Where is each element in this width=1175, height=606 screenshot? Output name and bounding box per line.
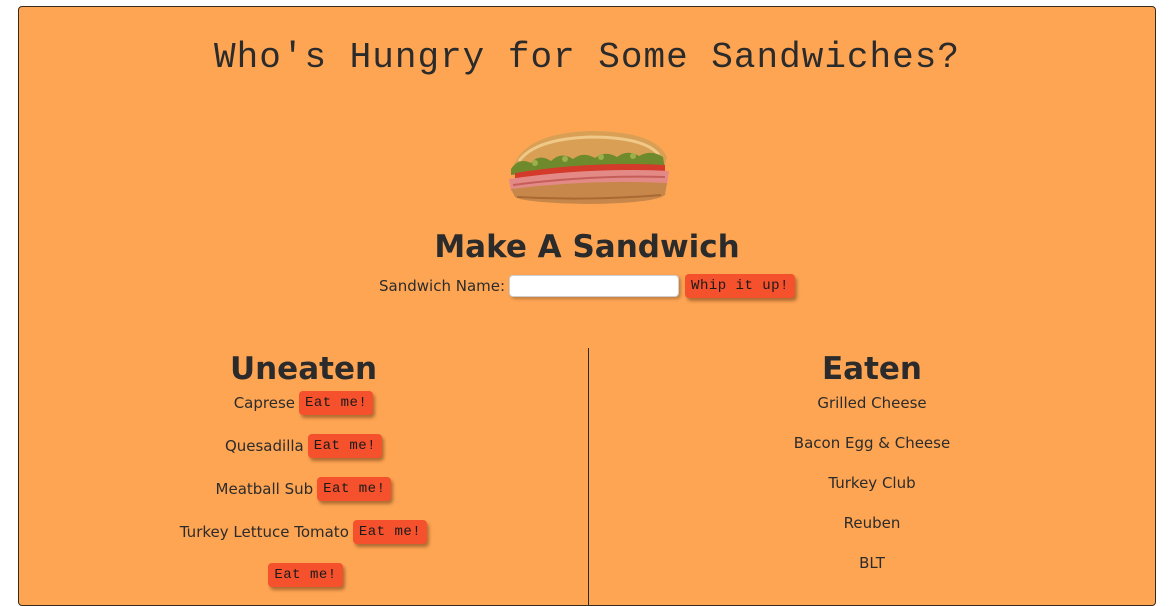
sandwich-name: Meatball Sub bbox=[215, 480, 314, 498]
list-item: Grilled Cheese bbox=[817, 394, 927, 412]
eat-me-button[interactable]: Eat me! bbox=[317, 477, 392, 501]
list-item: Caprese Eat me! bbox=[19, 389, 588, 432]
eat-me-button[interactable]: Eat me! bbox=[298, 391, 374, 415]
list-item: Eat me! bbox=[19, 561, 588, 604]
list-item: Quesadilla Eat me! bbox=[19, 432, 588, 475]
list-item: BLT bbox=[859, 554, 885, 572]
uneaten-column: Uneaten Caprese Eat me! Quesadilla Eat m… bbox=[19, 349, 588, 604]
eat-me-button[interactable]: Eat me! bbox=[352, 520, 428, 544]
eat-me-button[interactable]: Eat me! bbox=[268, 563, 343, 587]
sandwich-name: Quesadilla bbox=[224, 437, 304, 455]
make-sandwich-heading: Make A Sandwich bbox=[434, 229, 740, 265]
right-border bbox=[1155, 348, 1156, 606]
main-card: Who's Hungry for Some Sandwiches? Make A… bbox=[18, 6, 1156, 606]
list-item: Bacon Egg & Cheese bbox=[793, 434, 951, 452]
uneaten-heading: Uneaten bbox=[229, 351, 378, 387]
sandwich-name-input[interactable] bbox=[509, 275, 680, 297]
list-item: Turkey Lettuce Tomato Eat me! bbox=[19, 518, 588, 561]
sandwich-image bbox=[509, 131, 669, 204]
sandwich-name: Turkey Lettuce Tomato bbox=[179, 523, 349, 541]
eaten-heading: Eaten bbox=[821, 351, 922, 387]
sandwich-name-label: Sandwich Name: bbox=[379, 277, 506, 295]
whip-it-up-button[interactable]: Whip it up! bbox=[685, 274, 795, 298]
page-title: Who's Hungry for Some Sandwiches? bbox=[214, 37, 960, 78]
list-item: Turkey Club bbox=[828, 474, 916, 492]
list-item: Meatball Sub Eat me! bbox=[19, 475, 588, 518]
eaten-column: Eaten Grilled Cheese Bacon Egg & Cheese … bbox=[589, 349, 1155, 589]
eat-me-button[interactable]: Eat me! bbox=[307, 434, 383, 458]
make-sandwich-form: Sandwich Name: Whip it up! bbox=[19, 274, 1155, 298]
list-item: Reuben bbox=[843, 514, 901, 532]
sandwich-name: Caprese bbox=[233, 394, 295, 412]
